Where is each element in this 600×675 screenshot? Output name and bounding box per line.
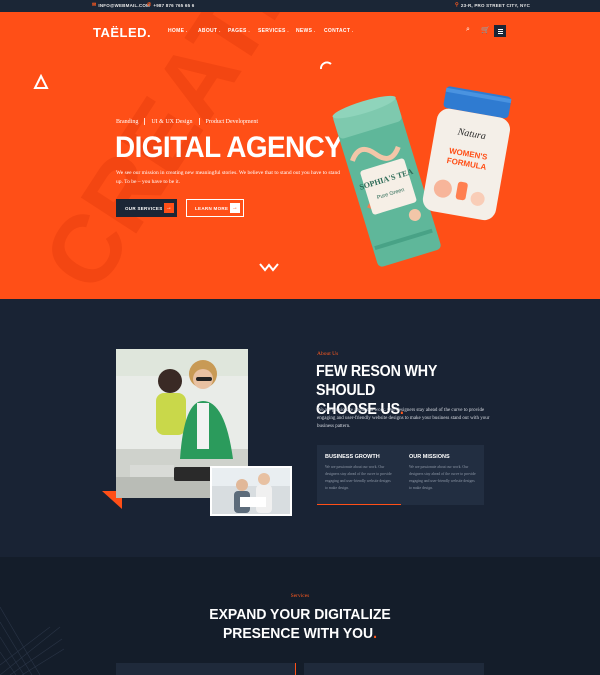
topbar-phone[interactable]: ✆ +987 876 765 65 6 — [147, 2, 195, 9]
nav-item-services[interactable]: SERVICES . — [258, 28, 296, 34]
search-icon[interactable]: ⌕ — [466, 26, 470, 34]
triangle-shape-icon — [33, 74, 49, 89]
title-dot: . — [373, 625, 378, 642]
card-title: OUR MISSIONS — [409, 454, 450, 460]
about-kicker: About Us — [317, 351, 339, 357]
phone-icon: ✆ — [147, 2, 152, 8]
service-card[interactable] — [116, 663, 296, 675]
zigzag-shape-icon — [259, 263, 279, 272]
card-title: BUSINESS GROWTH — [325, 454, 380, 460]
mail-icon: ✉ — [92, 2, 97, 8]
dropdown-dot-icon: . — [285, 28, 289, 34]
our-services-button[interactable]: OUR SERVICES → — [116, 199, 177, 217]
brand-logo[interactable]: TAËLED. — [93, 25, 151, 40]
topbar-email-text: INFO@WEBMAIL.COM — [98, 3, 150, 8]
hero-title: DIGITAL AGENCY — [115, 131, 343, 164]
cart-icon[interactable]: 🛒 — [481, 26, 490, 34]
arrow-right-icon: → — [164, 203, 174, 213]
nav-item-contact[interactable]: CONTACT . — [324, 28, 356, 34]
dropdown-dot-icon: . — [350, 28, 354, 34]
learn-more-label: LEARN MORE — [195, 205, 229, 211]
our-services-label: OUR SERVICES — [125, 205, 163, 211]
topbar-phone-text: +987 876 765 65 6 — [153, 3, 195, 8]
hero-tags: Branding UI & UX Design Product Developm… — [116, 118, 258, 125]
menu-hamburger-icon[interactable] — [494, 25, 506, 37]
product-packaging-image: SOPHIA'S TEA Pure Green Natura WOMEN'S F… — [332, 86, 512, 267]
dropdown-dot-icon: . — [312, 28, 316, 34]
topbar-email[interactable]: ✉ INFO@WEBMAIL.COM — [92, 2, 150, 9]
tag-divider — [198, 118, 200, 125]
hero-section: CREATIVE TAËLED. HOME . ABOUT . PAGES . … — [0, 12, 600, 299]
services-title-line1: EXPAND YOUR DIGITALIZE — [209, 606, 391, 623]
tag-branding: Branding — [116, 118, 139, 125]
topbar-address-text: 23-R, PRO STREET CITY, NYC — [460, 3, 531, 8]
nav-menu: HOME . ABOUT . PAGES . SERVICES . NEWS .… — [168, 28, 356, 34]
services-title-line2: PRESENCE WITH YOU — [222, 625, 374, 642]
dropdown-dot-icon: . — [246, 28, 251, 34]
hero-description: We see our mission in creating new meani… — [116, 170, 341, 185]
top-bar: ✉ INFO@WEBMAIL.COM ✆ +987 876 765 65 6 ⚲… — [0, 0, 600, 12]
feature-card-our-missions[interactable]: OUR MISSIONS We are passionate about our… — [401, 445, 484, 505]
about-image-collage — [102, 349, 292, 516]
about-title-line1: FEW RESON WHY SHOULD — [316, 363, 437, 399]
card-text: We are passionate about our work. Our de… — [409, 465, 476, 490]
about-section: About Us FEW RESON WHY SHOULD CHOOSE US.… — [0, 299, 600, 557]
topbar-address: ⚲ 23-R, PRO STREET CITY, NYC — [455, 2, 531, 9]
services-kicker: Services — [290, 593, 310, 599]
feature-card-business-growth[interactable]: BUSINESS GROWTH We are passionate about … — [317, 445, 401, 505]
dropdown-dot-icon: . — [184, 28, 188, 34]
main-nav: TAËLED. HOME . ABOUT . PAGES . SERVICES … — [0, 12, 600, 52]
services-section: Services EXPAND YOUR DIGITALIZE PRESENCE… — [0, 557, 600, 675]
services-title: EXPAND YOUR DIGITALIZE PRESENCE WITH YOU… — [21, 605, 579, 643]
arrow-right-icon: → — [230, 203, 240, 213]
card-text: We are passionate about our work. Our de… — [325, 465, 392, 490]
nav-item-pages[interactable]: PAGES . — [228, 28, 258, 34]
dropdown-dot-icon: . — [217, 28, 221, 34]
card-accent-underline — [317, 503, 401, 505]
tag-ui-ux: UI & UX Design — [151, 118, 193, 125]
tag-product-dev: Product Development — [205, 118, 259, 125]
nav-item-home[interactable]: HOME . — [168, 28, 198, 34]
nav-item-news[interactable]: NEWS . — [296, 28, 324, 34]
nav-item-about[interactable]: ABOUT . — [198, 28, 228, 34]
tag-divider — [144, 118, 146, 125]
about-description: We are passionate about our work. Our de… — [317, 408, 490, 429]
location-pin-icon: ⚲ — [455, 2, 459, 8]
learn-more-button[interactable]: LEARN MORE → — [186, 199, 244, 217]
service-card[interactable] — [304, 663, 484, 675]
